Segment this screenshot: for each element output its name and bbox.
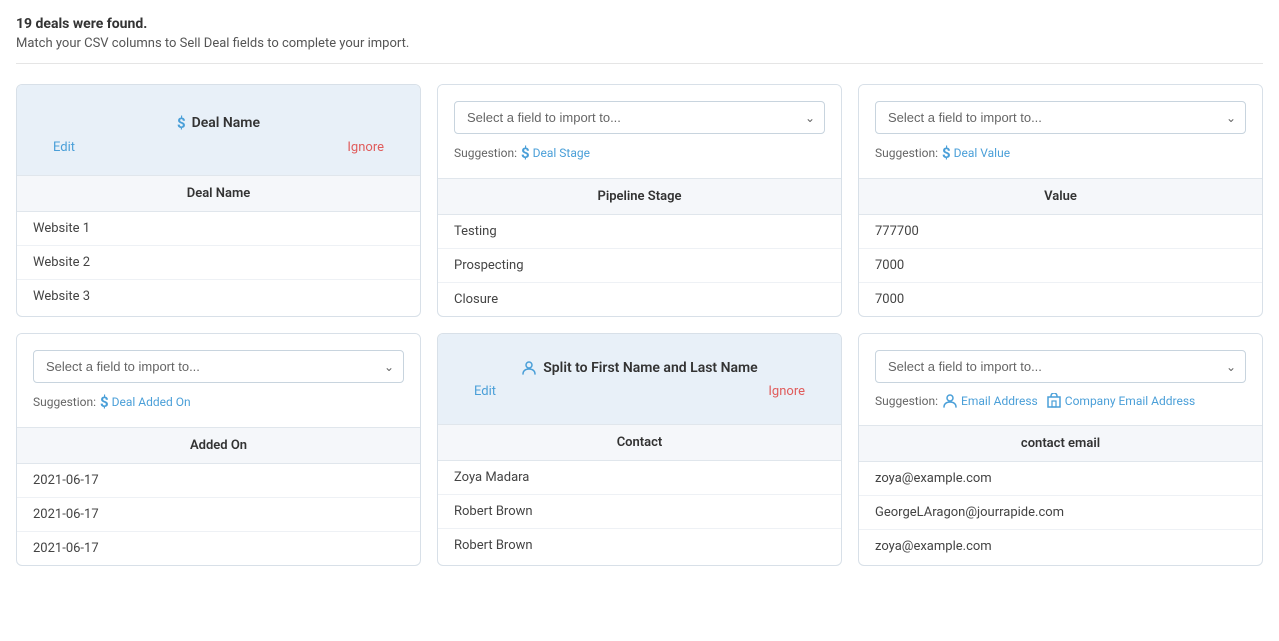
table-row: Zoya Madara: [438, 461, 841, 495]
table-row: 2021-06-17: [17, 464, 420, 498]
field-select[interactable]: Select a field to import to...: [33, 350, 404, 383]
ignore-link[interactable]: Ignore: [347, 140, 384, 155]
column-header: Value: [859, 178, 1262, 215]
dollar-icon: $: [942, 144, 951, 162]
suggestion-link-1[interactable]: Company Email Address: [1046, 393, 1195, 409]
field-label: $ Deal Name: [177, 114, 260, 132]
card-header-select: Select a field to import to... ⌄ Suggest…: [17, 334, 420, 427]
table-row: Prospecting: [438, 249, 841, 283]
suggestion-link-0[interactable]: $Deal Value: [942, 144, 1010, 162]
table-row: Website 2: [17, 246, 420, 280]
table-row: Website 3: [17, 280, 420, 313]
suggestion-row: Suggestion: $Deal Added On: [33, 393, 404, 411]
field-label-text: Split to First Name and Last Name: [543, 360, 757, 376]
table-row: GeorgeLAragon@jourrapide.com: [859, 496, 1262, 530]
card-contact-card: Split to First Name and Last Name Edit I…: [437, 333, 842, 566]
table-row: zoya@example.com: [859, 462, 1262, 496]
cards-grid: $ Deal Name Edit Ignore Deal Name Websit…: [16, 84, 1263, 566]
select-wrapper: Select a field to import to... ⌄: [33, 350, 404, 383]
field-select[interactable]: Select a field to import to...: [875, 350, 1246, 383]
column-header: Added On: [17, 427, 420, 464]
column-header: Contact: [438, 424, 841, 461]
suggestion-label: Suggestion:: [875, 146, 938, 160]
suggestion-row: Suggestion: $Deal Value: [875, 144, 1246, 162]
column-header: contact email: [859, 425, 1262, 462]
field-select[interactable]: Select a field to import to...: [875, 101, 1246, 134]
suggestion-label: Suggestion:: [454, 146, 517, 160]
table-row: Robert Brown: [438, 529, 841, 562]
edit-ignore-row: Edit Ignore: [33, 140, 404, 155]
suggestion-label: Suggestion:: [33, 395, 96, 409]
dollar-icon: $: [521, 144, 530, 162]
card-contact-email-card: Select a field to import to... ⌄ Suggest…: [858, 333, 1263, 566]
table-row: zoya@example.com: [859, 530, 1262, 563]
header-title: 19 deals were found.: [16, 16, 1263, 32]
card-header-split: Split to First Name and Last Name Edit I…: [438, 334, 841, 424]
dollar-icon: $: [177, 114, 186, 132]
card-header-select: Select a field to import to... ⌄ Suggest…: [859, 334, 1262, 425]
edit-link[interactable]: Edit: [53, 140, 75, 155]
table-row: Closure: [438, 283, 841, 316]
header-subtitle: Match your CSV columns to Sell Deal fiel…: [16, 36, 1263, 51]
header-section: 19 deals were found. Match your CSV colu…: [16, 16, 1263, 64]
table-row: Website 1: [17, 212, 420, 246]
select-wrapper: Select a field to import to... ⌄: [875, 101, 1246, 134]
card-header-fixed: $ Deal Name Edit Ignore: [17, 85, 420, 175]
suggestion-link-0[interactable]: $Deal Added On: [100, 393, 191, 411]
select-wrapper: Select a field to import to... ⌄: [875, 350, 1246, 383]
suggestion-label: Suggestion:: [875, 394, 938, 408]
card-header-select: Select a field to import to... ⌄ Suggest…: [859, 85, 1262, 178]
table-row: Robert Brown: [438, 495, 841, 529]
column-header: Deal Name: [17, 175, 420, 212]
edit-link[interactable]: Edit: [474, 384, 496, 399]
suggestion-row: Suggestion: Email Address Company Email …: [875, 393, 1246, 409]
person-icon: [942, 393, 958, 409]
building-icon: [1046, 393, 1062, 409]
suggestion-link-0[interactable]: Email Address: [942, 393, 1038, 409]
field-select[interactable]: Select a field to import to...: [454, 101, 825, 134]
suggestion-link-0[interactable]: $Deal Stage: [521, 144, 590, 162]
card-pipeline-stage-card: Select a field to import to... ⌄ Suggest…: [437, 84, 842, 317]
table-row: 2021-06-17: [17, 532, 420, 565]
dollar-icon: $: [100, 393, 109, 411]
card-added-on-card: Select a field to import to... ⌄ Suggest…: [16, 333, 421, 566]
table-row: Testing: [438, 215, 841, 249]
field-label: Split to First Name and Last Name: [521, 360, 757, 376]
table-row: 7000: [859, 249, 1262, 283]
ignore-link[interactable]: Ignore: [768, 384, 805, 399]
table-row: 777700: [859, 215, 1262, 249]
person-icon: [521, 360, 537, 376]
table-row: 7000: [859, 283, 1262, 316]
select-wrapper: Select a field to import to... ⌄: [454, 101, 825, 134]
card-header-select: Select a field to import to... ⌄ Suggest…: [438, 85, 841, 178]
edit-ignore-row: Edit Ignore: [454, 384, 825, 399]
card-value-card: Select a field to import to... ⌄ Suggest…: [858, 84, 1263, 317]
column-header: Pipeline Stage: [438, 178, 841, 215]
suggestion-row: Suggestion: $Deal Stage: [454, 144, 825, 162]
table-row: 2021-06-17: [17, 498, 420, 532]
field-label-text: Deal Name: [192, 115, 260, 131]
card-deal-name-card: $ Deal Name Edit Ignore Deal Name Websit…: [16, 84, 421, 317]
